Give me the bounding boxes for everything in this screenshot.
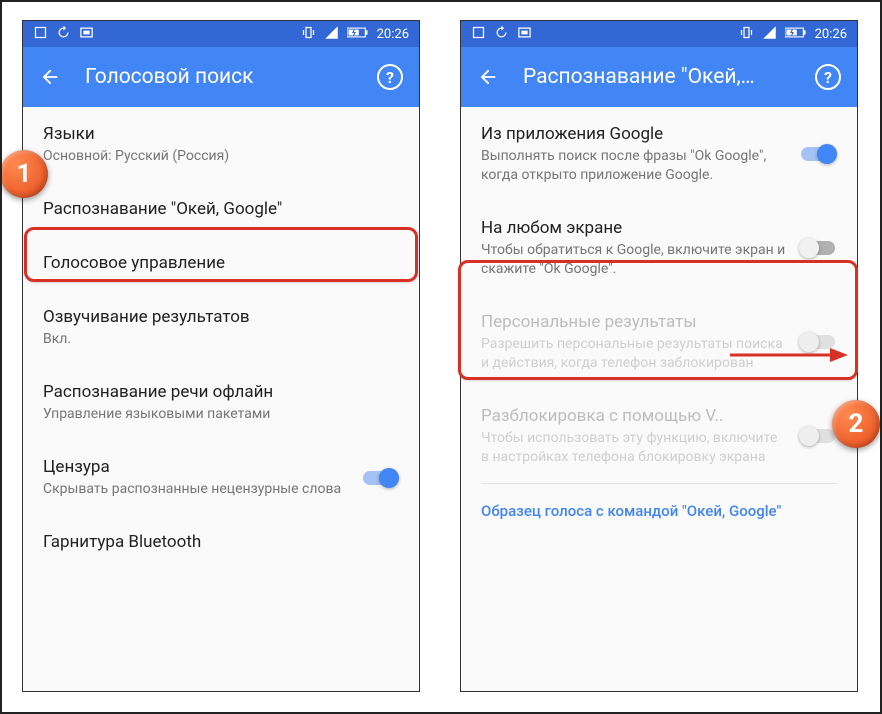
- settings-item-any-screen[interactable]: На любом экране Чтобы обратиться к Googl…: [461, 201, 857, 295]
- vibrate-icon: [301, 25, 316, 44]
- page-title: Голосовой поиск: [85, 65, 353, 89]
- page-title: Распознавание "Окей,…: [523, 65, 791, 89]
- item-subtitle: Основной: Русский (Россия): [43, 147, 399, 166]
- status-bar: 20:26: [461, 21, 857, 47]
- back-icon[interactable]: [477, 66, 499, 88]
- multiwindow-icon: [33, 25, 48, 44]
- settings-item-bluetooth[interactable]: Гарнитура Bluetooth: [23, 515, 419, 569]
- toggle-personal: [799, 332, 837, 352]
- toggle-censor[interactable]: [361, 468, 399, 488]
- item-subtitle: Вкл.: [43, 330, 399, 349]
- battery-icon: [347, 26, 369, 43]
- toggle-any-screen[interactable]: [799, 238, 837, 258]
- signal-icon: [762, 25, 777, 44]
- sync-icon: [494, 25, 509, 44]
- sync-icon: [56, 25, 71, 44]
- settings-list: Языки Основной: Русский (Россия) Распозн…: [23, 107, 419, 691]
- settings-item-offline[interactable]: Распознавание речи офлайн Управление язы…: [23, 365, 419, 440]
- item-title: Распознавание "Окей, Google": [43, 198, 399, 220]
- item-title: Персональные результаты: [481, 311, 787, 333]
- help-icon[interactable]: ?: [815, 64, 841, 90]
- signal-icon: [324, 25, 339, 44]
- item-title: Языки: [43, 123, 399, 145]
- back-icon[interactable]: [39, 66, 61, 88]
- toggle-from-app[interactable]: [799, 144, 837, 164]
- item-title: Из приложения Google: [481, 123, 787, 145]
- settings-list: Из приложения Google Выполнять поиск пос…: [461, 107, 857, 691]
- item-title: Распознавание речи офлайн: [43, 381, 399, 403]
- screenshot-icon: [79, 25, 94, 44]
- item-subtitle: Чтобы использовать эту функцию, включите…: [481, 429, 787, 467]
- item-title: На любом экране: [481, 217, 787, 239]
- app-bar: Распознавание "Окей,… ?: [461, 47, 857, 107]
- settings-item-tts[interactable]: Озвучивание результатов Вкл.: [23, 290, 419, 365]
- item-subtitle: Разрешить персональные результаты поиска…: [481, 335, 787, 373]
- item-subtitle: Скрывать распознанные нецензурные слова: [43, 480, 349, 499]
- app-bar: Голосовой поиск ?: [23, 47, 419, 107]
- multiwindow-icon: [471, 25, 486, 44]
- item-title: Озвучивание результатов: [43, 306, 399, 328]
- item-title: Разблокировка с помощью V..: [481, 405, 787, 427]
- item-subtitle: Чтобы обратиться к Google, включите экра…: [481, 241, 787, 279]
- item-title: Гарнитура Bluetooth: [43, 531, 399, 553]
- settings-item-ok-google[interactable]: Распознавание "Окей, Google": [23, 182, 419, 236]
- screenshot-icon: [517, 25, 532, 44]
- item-subtitle: Управление языковыми пакетами: [43, 405, 399, 424]
- status-time: 20:26: [377, 27, 409, 42]
- voice-sample-link[interactable]: Образец голоса с командой "Окей, Google": [461, 484, 857, 538]
- settings-item-censor[interactable]: Цензура Скрывать распознанные нецензурны…: [23, 440, 419, 515]
- phone-right: 20:26 Распознавание "Окей,… ? Из приложе…: [460, 20, 858, 692]
- settings-item-from-google-app[interactable]: Из приложения Google Выполнять поиск пос…: [461, 107, 857, 201]
- settings-item-voice-control[interactable]: Голосовое управление: [23, 236, 419, 290]
- settings-item-voice-unlock: Разблокировка с помощью V.. Чтобы исполь…: [461, 389, 857, 483]
- vibrate-icon: [739, 25, 754, 44]
- status-time: 20:26: [815, 27, 847, 42]
- settings-item-personal-results: Персональные результаты Разрешить персон…: [461, 295, 857, 389]
- settings-item-languages[interactable]: Языки Основной: Русский (Россия): [23, 107, 419, 182]
- battery-icon: [785, 26, 807, 43]
- item-subtitle: Выполнять поиск после фразы "Ok Google",…: [481, 147, 787, 185]
- phone-left: 20:26 Голосовой поиск ? Языки Основной: …: [22, 20, 420, 692]
- item-title: Голосовое управление: [43, 252, 399, 274]
- item-title: Цензура: [43, 456, 349, 478]
- toggle-unlock: [799, 426, 837, 446]
- status-bar: 20:26: [23, 21, 419, 47]
- help-icon[interactable]: ?: [377, 64, 403, 90]
